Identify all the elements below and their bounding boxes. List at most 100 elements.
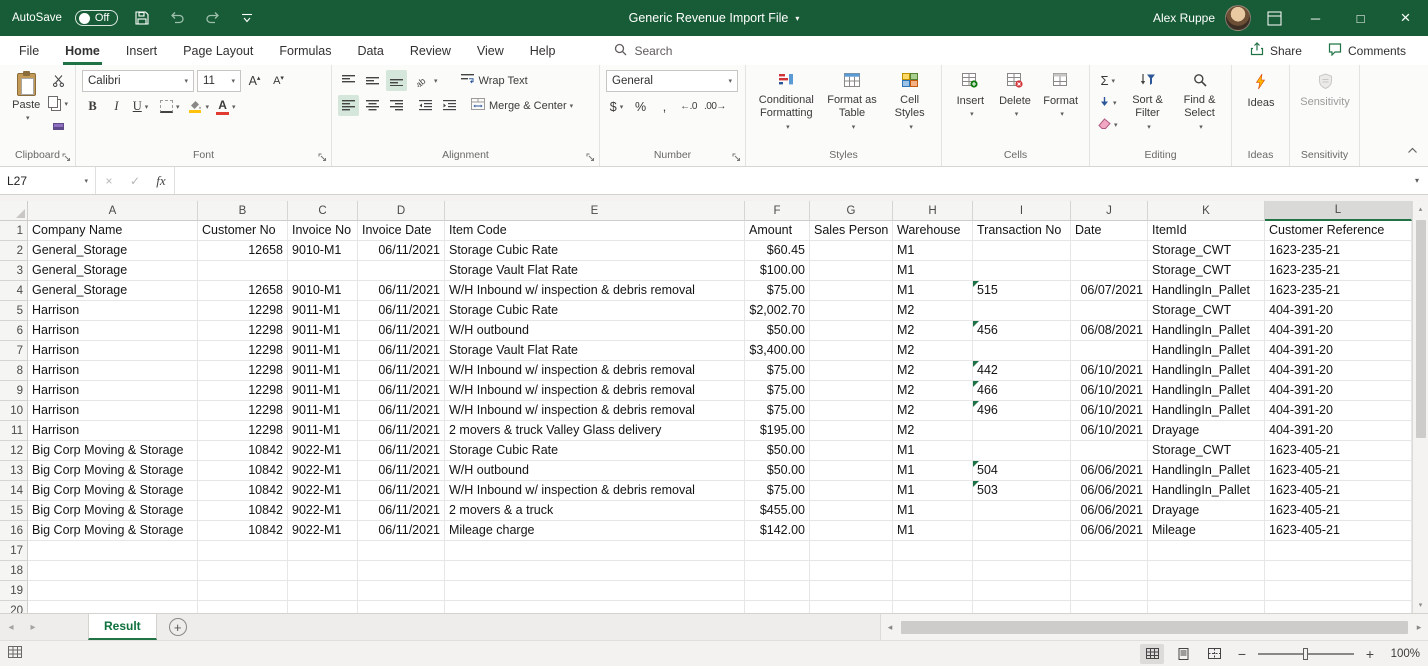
cell-J7[interactable] xyxy=(1071,341,1148,361)
cell-G10[interactable] xyxy=(810,401,893,421)
cell-D17[interactable] xyxy=(358,541,445,561)
cell-D1[interactable]: Invoice Date xyxy=(358,221,445,241)
bold-button[interactable]: B xyxy=(82,96,103,117)
column-header-I[interactable]: I xyxy=(973,201,1071,221)
cell-K9[interactable]: HandlingIn_Pallet xyxy=(1148,381,1265,401)
cell-A19[interactable] xyxy=(28,581,198,601)
row-header-11[interactable]: 11 xyxy=(0,421,28,441)
row-header-2[interactable]: 2 xyxy=(0,241,28,261)
cell-K13[interactable]: HandlingIn_Pallet xyxy=(1148,461,1265,481)
fill-color-dropdown-icon[interactable]: ▾ xyxy=(206,103,210,111)
cell-D8[interactable]: 06/11/2021 xyxy=(358,361,445,381)
cell-H2[interactable]: M1 xyxy=(893,241,973,261)
cell-A9[interactable]: Harrison xyxy=(28,381,198,401)
ribbon-display-options-icon[interactable] xyxy=(1263,7,1285,29)
cell-I11[interactable] xyxy=(973,421,1071,441)
cell-H20[interactable] xyxy=(893,601,973,613)
row-header-5[interactable]: 5 xyxy=(0,301,28,321)
cell-I18[interactable] xyxy=(973,561,1071,581)
normal-view-button[interactable] xyxy=(1140,644,1164,664)
cell-K17[interactable] xyxy=(1148,541,1265,561)
font-name-select[interactable]: Calibri ▾ xyxy=(82,70,194,92)
row-header-13[interactable]: 13 xyxy=(0,461,28,481)
merge-center-dropdown-icon[interactable]: ▾ xyxy=(570,102,574,110)
paste-dropdown-icon[interactable]: ▾ xyxy=(26,115,30,123)
cell-L13[interactable]: 1623-405-21 xyxy=(1265,461,1412,481)
cell-B16[interactable]: 10842 xyxy=(198,521,288,541)
cell-J11[interactable]: 06/10/2021 xyxy=(1071,421,1148,441)
cell-G13[interactable] xyxy=(810,461,893,481)
cell-D3[interactable] xyxy=(358,261,445,281)
select-all-corner[interactable] xyxy=(0,201,28,221)
row-header-17[interactable]: 17 xyxy=(0,541,28,561)
cell-C11[interactable]: 9011-M1 xyxy=(288,421,358,441)
cell-I6[interactable]: 456 xyxy=(973,321,1071,341)
format-as-table-button[interactable]: Format as Table ▾ xyxy=(823,70,881,132)
cell-J20[interactable] xyxy=(1071,601,1148,613)
cell-A3[interactable]: General_Storage xyxy=(28,261,198,281)
cell-G20[interactable] xyxy=(810,601,893,613)
maximize-button[interactable]: □ xyxy=(1338,0,1383,36)
cell-A11[interactable]: Harrison xyxy=(28,421,198,441)
cell-L18[interactable] xyxy=(1265,561,1412,581)
cell-H18[interactable] xyxy=(893,561,973,581)
formula-bar-expand-button[interactable]: ▾ xyxy=(1406,167,1428,194)
cell-styles-dropdown-icon[interactable]: ▾ xyxy=(909,124,913,132)
clear-button[interactable]: ▾ xyxy=(1096,114,1120,135)
format-cells-button[interactable]: Format ▾ xyxy=(1038,70,1084,120)
increase-indent-icon[interactable] xyxy=(439,95,460,116)
top-align-icon[interactable] xyxy=(338,70,359,91)
cell-E3[interactable]: Storage Vault Flat Rate xyxy=(445,261,745,281)
cell-G12[interactable] xyxy=(810,441,893,461)
cell-D13[interactable]: 06/11/2021 xyxy=(358,461,445,481)
clipboard-dialog-launcher[interactable] xyxy=(62,153,72,163)
cell-B4[interactable]: 12658 xyxy=(198,281,288,301)
column-header-G[interactable]: G xyxy=(810,201,893,221)
cell-H9[interactable]: M2 xyxy=(893,381,973,401)
cell-B18[interactable] xyxy=(198,561,288,581)
cell-A4[interactable]: General_Storage xyxy=(28,281,198,301)
autosum-button[interactable]: Σ▾ xyxy=(1096,70,1120,91)
column-header-H[interactable]: H xyxy=(893,201,973,221)
comments-button[interactable]: Comments xyxy=(1318,39,1416,62)
cell-H11[interactable]: M2 xyxy=(893,421,973,441)
macro-record-button[interactable] xyxy=(8,645,22,663)
cell-F8[interactable]: $75.00 xyxy=(745,361,810,381)
cell-I14[interactable]: 503 xyxy=(973,481,1071,501)
cell-E2[interactable]: Storage Cubic Rate xyxy=(445,241,745,261)
formula-input[interactable] xyxy=(174,167,1406,194)
cell-B9[interactable]: 12298 xyxy=(198,381,288,401)
cell-C3[interactable] xyxy=(288,261,358,281)
cell-L2[interactable]: 1623-235-21 xyxy=(1265,241,1412,261)
row-header-20[interactable]: 20 xyxy=(0,601,28,613)
cell-D12[interactable]: 06/11/2021 xyxy=(358,441,445,461)
scroll-right-icon[interactable]: ▸ xyxy=(1410,622,1428,633)
sort-filter-dropdown-icon[interactable]: ▾ xyxy=(1147,124,1151,132)
zoom-slider-thumb[interactable] xyxy=(1303,648,1308,660)
cell-B17[interactable] xyxy=(198,541,288,561)
cell-L11[interactable]: 404-391-20 xyxy=(1265,421,1412,441)
page-layout-view-button[interactable] xyxy=(1171,644,1195,664)
previous-sheet-icon[interactable]: ◂ xyxy=(0,614,22,640)
cell-I16[interactable] xyxy=(973,521,1071,541)
cell-B12[interactable]: 10842 xyxy=(198,441,288,461)
font-size-select[interactable]: 11 ▾ xyxy=(197,70,241,92)
cell-F6[interactable]: $50.00 xyxy=(745,321,810,341)
cell-B8[interactable]: 12298 xyxy=(198,361,288,381)
cell-A20[interactable] xyxy=(28,601,198,613)
cell-L6[interactable]: 404-391-20 xyxy=(1265,321,1412,341)
horizontal-scroll-thumb[interactable] xyxy=(901,621,1408,634)
cell-K5[interactable]: Storage_CWT xyxy=(1148,301,1265,321)
cell-L5[interactable]: 404-391-20 xyxy=(1265,301,1412,321)
cell-G5[interactable] xyxy=(810,301,893,321)
cell-E7[interactable]: Storage Vault Flat Rate xyxy=(445,341,745,361)
cell-J1[interactable]: Date xyxy=(1071,221,1148,241)
tab-formulas[interactable]: Formulas xyxy=(266,36,344,65)
column-header-K[interactable]: K xyxy=(1148,201,1265,221)
underline-button[interactable]: U▾ xyxy=(130,96,151,117)
column-header-L[interactable]: L xyxy=(1265,201,1412,221)
cell-G9[interactable] xyxy=(810,381,893,401)
cell-K2[interactable]: Storage_CWT xyxy=(1148,241,1265,261)
cell-H4[interactable]: M1 xyxy=(893,281,973,301)
cell-A8[interactable]: Harrison xyxy=(28,361,198,381)
